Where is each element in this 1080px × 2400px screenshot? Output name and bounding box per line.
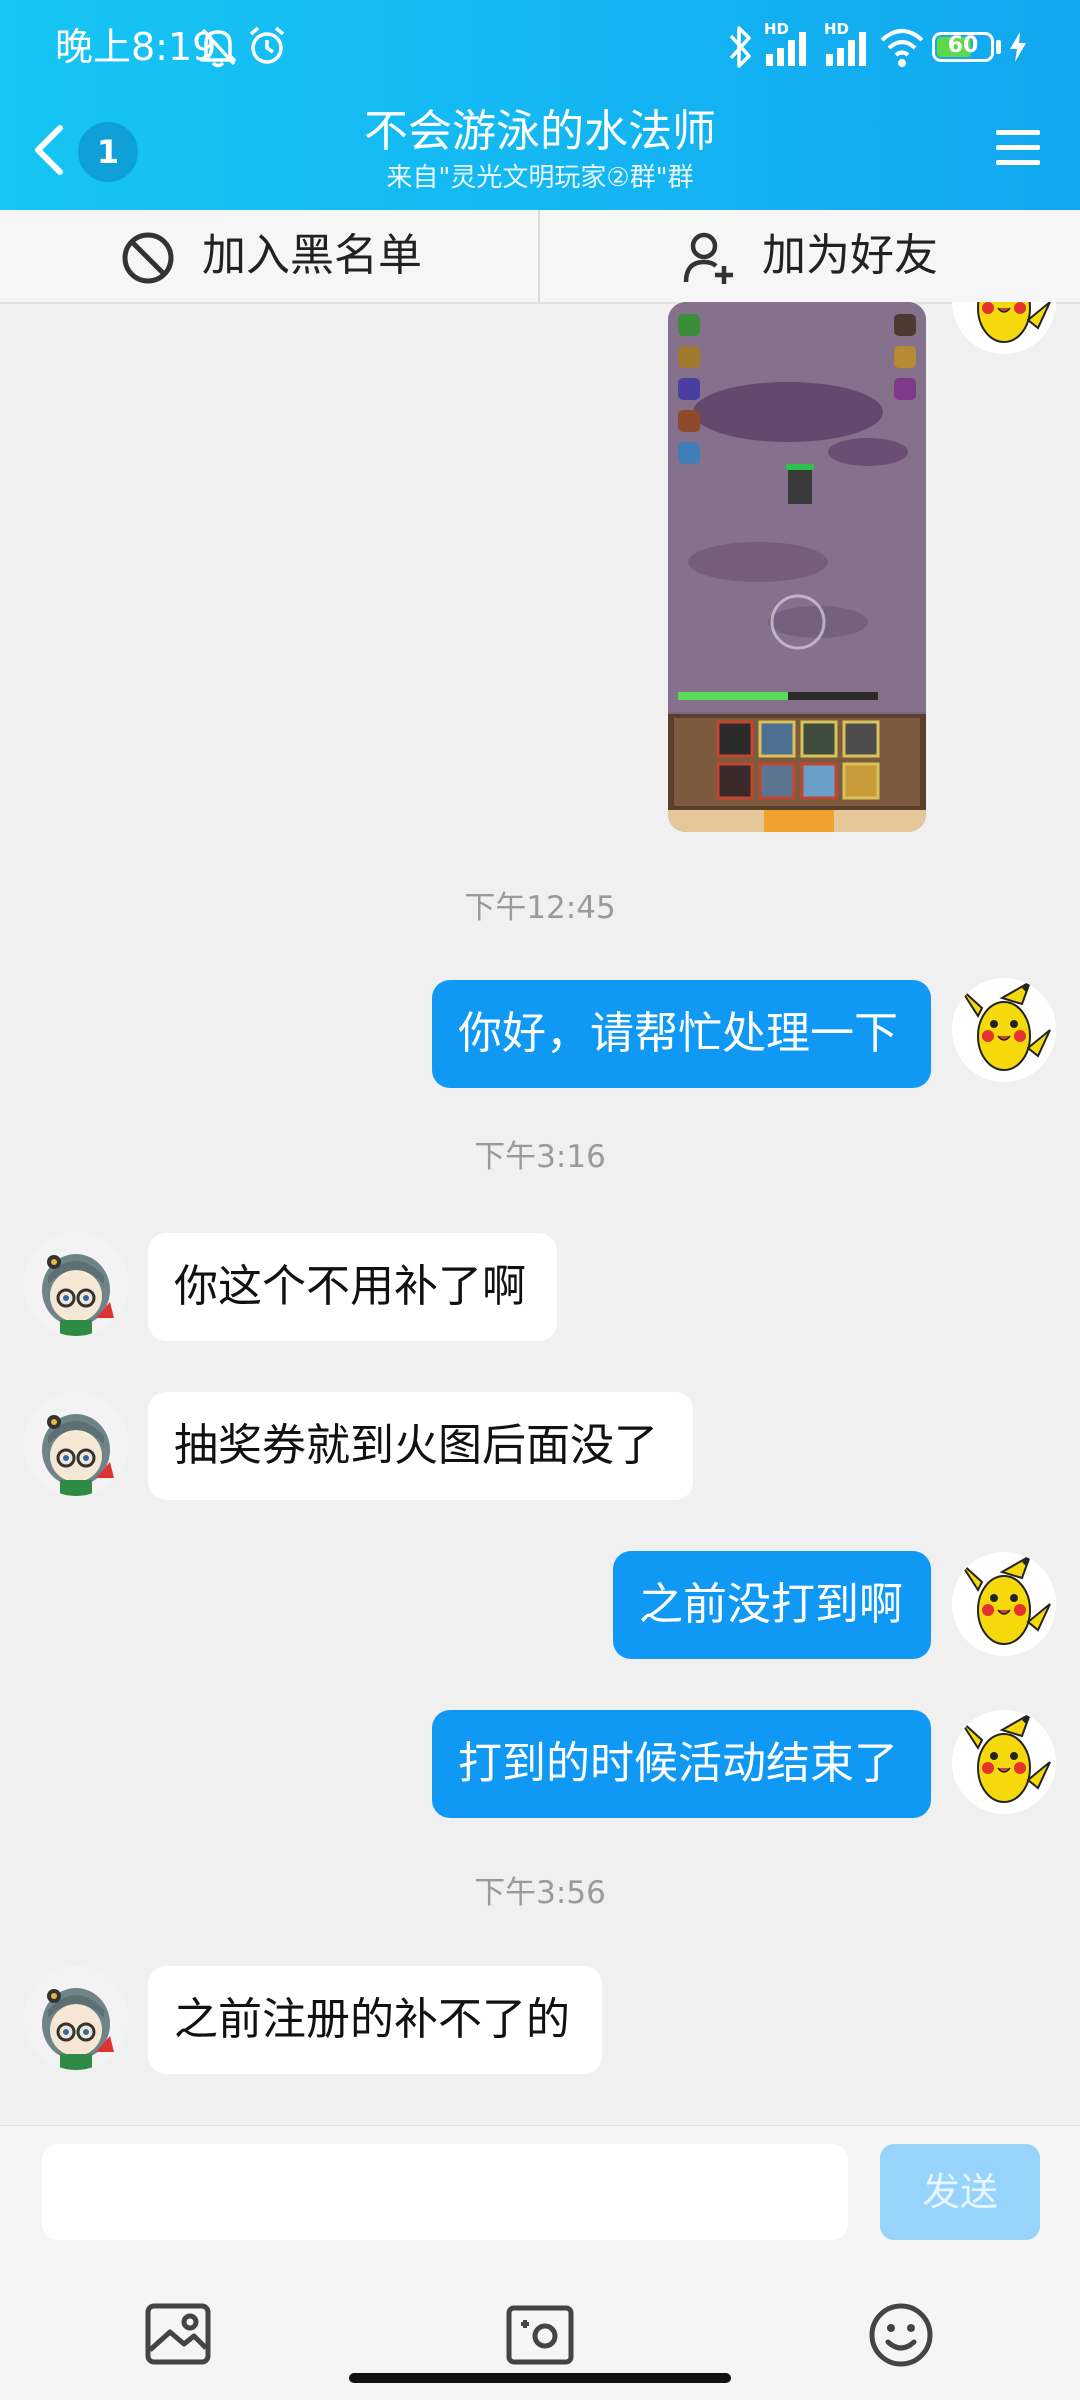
- add-friend-button[interactable]: 加为好友: [540, 210, 1078, 302]
- menu-icon[interactable]: [992, 122, 1044, 174]
- battery-nub: [996, 40, 1001, 54]
- message-bubble-sent[interactable]: 之前没打到啊: [613, 1551, 931, 1659]
- pikachu-avatar-icon: [952, 1552, 1056, 1656]
- my-avatar[interactable]: [952, 1710, 1056, 1814]
- unread-badge: 1: [78, 122, 138, 182]
- status-time: 晚上8:19: [55, 25, 217, 69]
- image-icon[interactable]: [134, 2290, 224, 2380]
- stranger-action-bar: 加入黑名单 加为好友: [0, 210, 1080, 304]
- mute-bell-icon: [200, 28, 236, 68]
- message-bubble-received[interactable]: 抽奖券就到火图后面没了: [148, 1392, 693, 1500]
- wifi-icon: [880, 29, 924, 67]
- girl-avatar-icon: [24, 1392, 128, 1496]
- message-bubble-received[interactable]: 之前注册的补不了的: [148, 1966, 602, 2074]
- image-message[interactable]: [668, 302, 926, 832]
- send-button[interactable]: 发送: [880, 2144, 1040, 2240]
- my-avatar[interactable]: [952, 1552, 1056, 1656]
- pikachu-avatar-icon: [952, 302, 1056, 354]
- charging-icon: [1010, 32, 1026, 62]
- add-user-icon: [683, 232, 733, 284]
- message-bubble-sent[interactable]: 你好，请帮忙处理一下: [432, 980, 931, 1088]
- message-bubble-received[interactable]: 你这个不用补了啊: [148, 1233, 557, 1341]
- signal-icon-2: HD: [822, 20, 876, 70]
- message-input[interactable]: [42, 2144, 848, 2240]
- battery-icon: 60: [932, 32, 994, 62]
- alarm-icon: [249, 26, 285, 64]
- contact-avatar[interactable]: [24, 1966, 128, 2070]
- block-label: 加入黑名单: [202, 230, 422, 281]
- composer-bar: 发送: [0, 2125, 1080, 2271]
- contact-avatar[interactable]: [24, 1232, 128, 1336]
- my-avatar[interactable]: [952, 978, 1056, 1082]
- game-screenshot-image: [668, 302, 926, 832]
- block-icon: [122, 232, 174, 284]
- home-indicator[interactable]: [349, 2373, 731, 2383]
- add-friend-label: 加为好友: [762, 230, 938, 281]
- block-button[interactable]: 加入黑名单: [0, 210, 538, 302]
- emoji-icon[interactable]: [856, 2290, 946, 2380]
- timestamp: 下午3:56: [474, 1875, 606, 1911]
- back-button[interactable]: 1: [30, 110, 150, 190]
- camera-icon[interactable]: [495, 2290, 585, 2380]
- timestamp: 下午12:45: [464, 890, 616, 926]
- chat-message-list[interactable]: 下午12:45 你好，请帮忙处理一下 下午3:16 你这个不用补了啊 抽奖券就到…: [0, 302, 1080, 2125]
- timestamp: 下午3:16: [474, 1139, 606, 1175]
- my-avatar[interactable]: [952, 302, 1056, 354]
- pikachu-avatar-icon: [952, 978, 1056, 1082]
- chat-subtitle: 来自"灵光文明玩家②群"群: [386, 163, 694, 193]
- nav-bar: 1 不会游泳的水法师 来自"灵光文明玩家②群"群: [0, 100, 1080, 210]
- top-bar: 晚上8:19 HD HD 60 1 不会游泳的水法师 来自"灵光文明玩家②群"群: [0, 0, 1080, 210]
- pikachu-avatar-icon: [952, 1710, 1056, 1814]
- contact-avatar[interactable]: [24, 1392, 128, 1496]
- girl-avatar-icon: [24, 1232, 128, 1336]
- battery-level: 60: [947, 33, 979, 58]
- status-bar: 晚上8:19 HD HD 60: [0, 0, 1080, 100]
- chat-title: 不会游泳的水法师: [364, 106, 716, 157]
- bluetooth-icon: [729, 26, 751, 68]
- girl-avatar-icon: [24, 1966, 128, 2070]
- back-chevron-icon: [35, 125, 63, 175]
- signal-icon-1: HD: [762, 20, 816, 70]
- message-bubble-sent[interactable]: 打到的时候活动结束了: [432, 1710, 931, 1818]
